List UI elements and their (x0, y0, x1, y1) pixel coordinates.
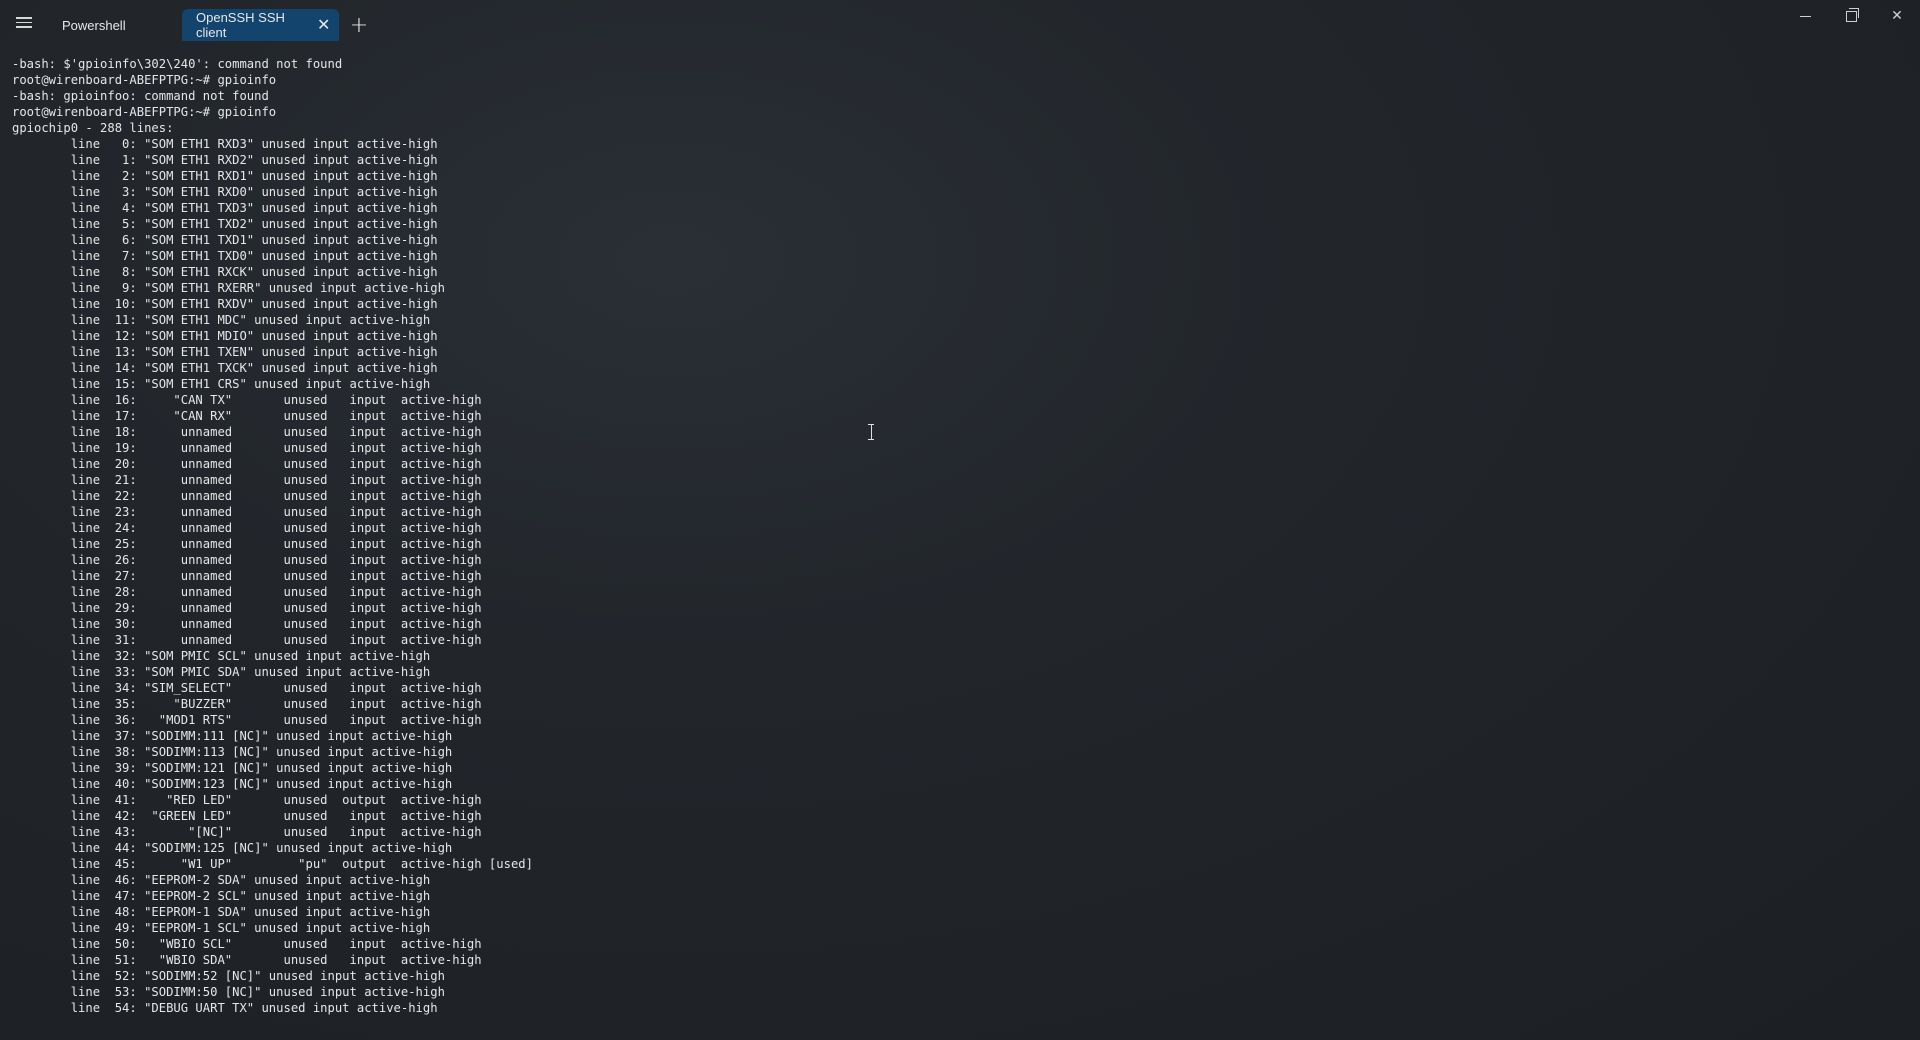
terminal-line: line 43: "[NC]" unused input active-high (12, 825, 482, 839)
terminal-line: line 29: unnamed unused input active-hig… (12, 601, 482, 615)
terminal-line: line 44: "SODIMM:125 [NC]" unused input … (12, 841, 453, 855)
terminal-line: line 2: "SOM ETH1 RXD1" unused input act… (12, 169, 438, 183)
new-tab-button[interactable]: + (339, 9, 379, 41)
terminal-line: line 17: "CAN RX" unused input active-hi… (12, 409, 482, 423)
terminal-line: line 52: "SODIMM:52 [NC]" unused input a… (12, 969, 445, 983)
terminal-line: line 50: "WBIO SCL" unused input active-… (12, 937, 482, 951)
terminal-line: line 49: "EEPROM-1 SCL" unused input act… (12, 921, 431, 935)
tab-powershell[interactable]: Powershell (48, 9, 182, 41)
terminal-line: line 20: unnamed unused input active-hig… (12, 457, 482, 471)
terminal-line: line 47: "EEPROM-2 SCL" unused input act… (12, 889, 431, 903)
terminal-line: line 32: "SOM PMIC SCL" unused input act… (12, 649, 431, 663)
terminal-line: line 25: unnamed unused input active-hig… (12, 537, 482, 551)
terminal-line: line 40: "SODIMM:123 [NC]" unused input … (12, 777, 453, 791)
terminal-line: line 36: "MOD1 RTS" unused input active-… (12, 713, 482, 727)
terminal-line: line 16: "CAN TX" unused input active-hi… (12, 393, 482, 407)
terminal-line: line 39: "SODIMM:121 [NC]" unused input … (12, 761, 453, 775)
terminal-line: line 30: unnamed unused input active-hig… (12, 617, 482, 631)
title-bar: Powershell OpenSSH SSH client ✕ + ✕ (0, 0, 1920, 44)
terminal-line: root@wirenboard-ABEFPTPG:~# gpioinfo (12, 105, 277, 119)
terminal-line: line 6: "SOM ETH1 TXD1" unused input act… (12, 233, 438, 247)
terminal-line: line 26: unnamed unused input active-hig… (12, 553, 482, 567)
terminal-line: line 3: "SOM ETH1 RXD0" unused input act… (12, 185, 438, 199)
terminal-line: line 42: "GREEN LED" unused input active… (12, 809, 482, 823)
tab-label: OpenSSH SSH client (196, 10, 285, 40)
terminal-line: line 27: unnamed unused input active-hig… (12, 569, 482, 583)
maximize-button[interactable] (1828, 0, 1874, 32)
terminal-line: line 31: unnamed unused input active-hig… (12, 633, 482, 647)
close-icon: ✕ (1891, 8, 1903, 24)
terminal-line: line 35: "BUZZER" unused input active-hi… (12, 697, 482, 711)
text-cursor-icon (868, 424, 874, 440)
terminal-line: line 51: "WBIO SDA" unused input active-… (12, 953, 482, 967)
terminal-line: line 5: "SOM ETH1 TXD2" unused input act… (12, 217, 438, 231)
minimize-button[interactable] (1782, 0, 1828, 32)
terminal-line: line 48: "EEPROM-1 SDA" unused input act… (12, 905, 431, 919)
terminal-line: line 15: "SOM ETH1 CRS" unused input act… (12, 377, 431, 391)
terminal-line: line 28: unnamed unused input active-hig… (12, 585, 482, 599)
terminal-line: line 4: "SOM ETH1 TXD3" unused input act… (12, 201, 438, 215)
close-window-button[interactable]: ✕ (1874, 0, 1920, 32)
terminal-line: line 14: "SOM ETH1 TXCK" unused input ac… (12, 361, 438, 375)
close-tab-icon[interactable]: ✕ (312, 13, 335, 37)
tab-openssh-ssh-client[interactable]: OpenSSH SSH client ✕ (182, 9, 339, 41)
terminal-line: line 46: "EEPROM-2 SDA" unused input act… (12, 873, 431, 887)
terminal-line: line 10: "SOM ETH1 RXDV" unused input ac… (12, 297, 438, 311)
terminal-line: root@wirenboard-ABEFPTPG:~# gpioinfo (12, 73, 277, 87)
restore-icon (1845, 7, 1859, 22)
terminal-line: line 41: "RED LED" unused output active-… (12, 793, 482, 807)
terminal-line: line 21: unnamed unused input active-hig… (12, 473, 482, 487)
terminal-line: line 8: "SOM ETH1 RXCK" unused input act… (12, 265, 438, 279)
terminal-line: -bash: gpioinfoo: command not found (12, 89, 269, 103)
terminal-line: line 12: "SOM ETH1 MDIO" unused input ac… (12, 329, 438, 343)
tab-label: Powershell (62, 17, 126, 33)
terminal-output[interactable]: -bash: $'gpioinfo\302\240': command not … (12, 56, 1920, 1040)
terminal-line: line 1: "SOM ETH1 RXD2" unused input act… (12, 153, 438, 167)
terminal-line: line 33: "SOM PMIC SDA" unused input act… (12, 665, 431, 679)
terminal-line: line 0: "SOM ETH1 RXD3" unused input act… (12, 137, 438, 151)
terminal-line: line 19: unnamed unused input active-hig… (12, 441, 482, 455)
terminal-line: line 53: "SODIMM:50 [NC]" unused input a… (12, 985, 445, 999)
terminal-line: line 7: "SOM ETH1 TXD0" unused input act… (12, 249, 438, 263)
menu-icon[interactable] (0, 0, 48, 44)
terminal-line: line 13: "SOM ETH1 TXEN" unused input ac… (12, 345, 438, 359)
terminal-line: gpiochip0 - 288 lines: (12, 121, 174, 135)
terminal-line: line 54: "DEBUG UART TX" unused input ac… (12, 1001, 438, 1015)
terminal-line: line 37: "SODIMM:111 [NC]" unused input … (12, 729, 453, 743)
terminal-line: line 18: unnamed unused input active-hig… (12, 425, 482, 439)
terminal-line: line 22: unnamed unused input active-hig… (12, 489, 482, 503)
terminal-line: line 45: "W1 UP" "pu" output active-high… (12, 857, 533, 871)
terminal-line: line 34: "SIM_SELECT" unused input activ… (12, 681, 482, 695)
terminal-line: line 38: "SODIMM:113 [NC]" unused input … (12, 745, 453, 759)
terminal-line: line 23: unnamed unused input active-hig… (12, 505, 482, 519)
terminal-line: line 11: "SOM ETH1 MDC" unused input act… (12, 313, 431, 327)
terminal-line: -bash: $'gpioinfo\302\240': command not … (12, 57, 343, 71)
minimize-icon (1799, 15, 1811, 17)
terminal-line: line 24: unnamed unused input active-hig… (12, 521, 482, 535)
terminal-line: line 9: "SOM ETH1 RXERR" unused input ac… (12, 281, 445, 295)
